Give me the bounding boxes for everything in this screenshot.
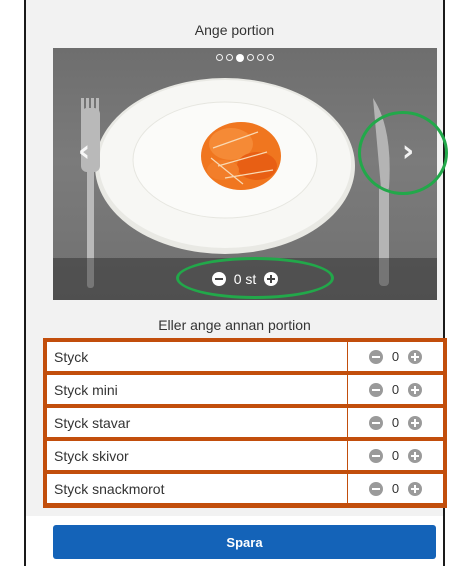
- carousel-dot[interactable]: [267, 54, 274, 61]
- chevron-left-icon[interactable]: ‹: [71, 137, 97, 167]
- portion-label: Styck mini: [47, 375, 348, 404]
- quantity-stepper: 0: [348, 474, 443, 503]
- portion-panel: Ange portion ‹ › 0 st Eller ange annan p…: [24, 0, 448, 566]
- carousel-dot[interactable]: [257, 54, 264, 61]
- quantity-stepper: 0: [348, 441, 443, 470]
- quantity-stepper: 0: [348, 342, 443, 371]
- quantity-value: 0: [391, 481, 400, 496]
- other-portion-title: Eller ange annan portion: [158, 317, 311, 333]
- portion-count: 0 st: [234, 271, 257, 287]
- quantity-value: 0: [391, 415, 400, 430]
- minus-circle-icon[interactable]: [368, 448, 383, 463]
- minus-circle-icon[interactable]: [368, 481, 383, 496]
- carousel-dot-active[interactable]: [236, 53, 244, 62]
- quantity-stepper: 0: [348, 375, 443, 404]
- minus-circle-icon[interactable]: [211, 272, 226, 286]
- carousel-dot[interactable]: [216, 54, 223, 61]
- plus-circle-icon[interactable]: [264, 272, 279, 286]
- carousel-indicator[interactable]: [53, 53, 437, 62]
- portion-stepper: 0 st: [53, 258, 437, 300]
- minus-circle-icon[interactable]: [368, 415, 383, 430]
- portion-label: Styck snackmorot: [47, 474, 348, 503]
- portion-label: Styck: [47, 342, 348, 371]
- footer: Spara: [26, 516, 443, 566]
- chevron-right-icon[interactable]: ›: [395, 137, 421, 167]
- minus-circle-icon[interactable]: [368, 382, 383, 397]
- page-title: Ange portion: [194, 22, 275, 38]
- plus-circle-icon[interactable]: [408, 481, 423, 496]
- portion-bar: 0 st: [53, 258, 437, 300]
- minus-circle-icon[interactable]: [368, 349, 383, 364]
- plus-circle-icon[interactable]: [408, 382, 423, 397]
- list-item: Styck 0: [47, 342, 443, 371]
- list-item: Styck snackmorot 0: [47, 474, 443, 503]
- save-button[interactable]: Spara: [53, 525, 436, 559]
- quantity-value: 0: [391, 382, 400, 397]
- carousel-dot[interactable]: [226, 54, 233, 61]
- portion-unit: st: [245, 271, 257, 287]
- plus-circle-icon[interactable]: [408, 448, 423, 463]
- plus-circle-icon[interactable]: [408, 415, 423, 430]
- portion-carousel[interactable]: ‹ › 0 st: [53, 48, 437, 300]
- carousel-dot[interactable]: [247, 54, 254, 61]
- plus-circle-icon[interactable]: [408, 349, 423, 364]
- portion-label: Styck skivor: [47, 441, 348, 470]
- list-item: Styck stavar 0: [47, 408, 443, 437]
- quantity-value: 0: [391, 349, 400, 364]
- quantity-value: 0: [391, 448, 400, 463]
- quantity-stepper: 0: [348, 408, 443, 437]
- other-portion-list: Styck 0 Styck mini 0 Styck stavar 0 Styc…: [43, 338, 447, 508]
- list-item: Styck mini 0: [47, 375, 443, 404]
- list-item: Styck skivor 0: [47, 441, 443, 470]
- portion-value: 0: [233, 271, 242, 287]
- portion-label: Styck stavar: [47, 408, 348, 437]
